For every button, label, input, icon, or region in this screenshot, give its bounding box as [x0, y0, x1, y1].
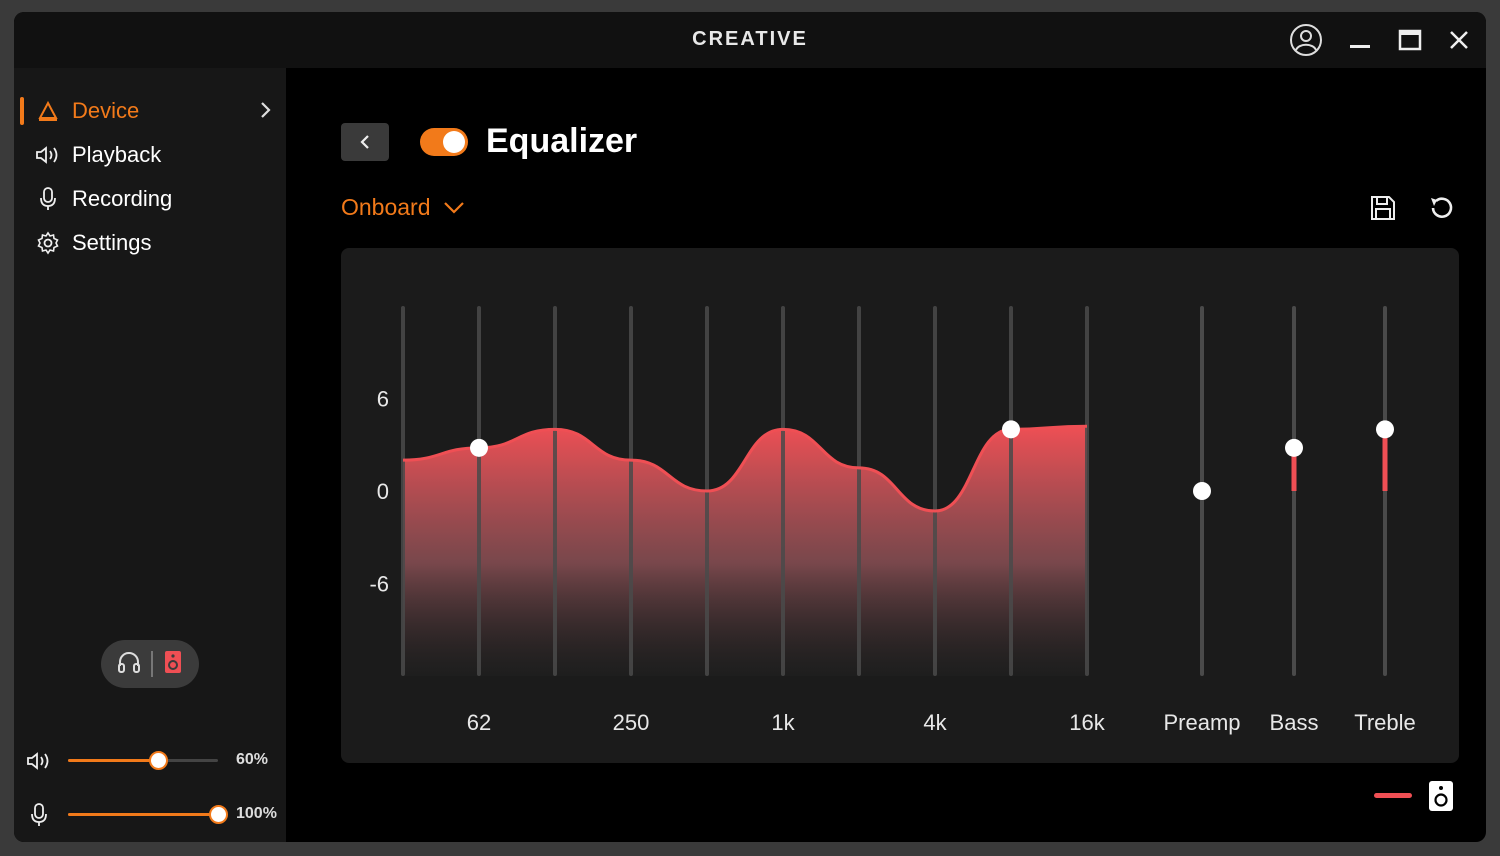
- sidebar-item-settings[interactable]: Settings: [34, 225, 282, 261]
- brand-logo: CREATIVE: [692, 28, 808, 50]
- active-indicator: [20, 97, 24, 125]
- headphones-icon[interactable]: [117, 650, 141, 679]
- band-track-8k: [1009, 306, 1013, 676]
- bass-label: Bass: [1270, 710, 1319, 735]
- equalizer-panel: 6 0 -6 62 250 1k 4k 16k Preamp Bass Treble: [341, 248, 1459, 763]
- sidebar-item-playback[interactable]: Playback: [34, 137, 282, 173]
- band-track-16k: [1085, 306, 1089, 676]
- page-title: Equalizer: [486, 122, 638, 160]
- preset-value: Onboard: [341, 194, 431, 220]
- account-button[interactable]: [1288, 22, 1324, 58]
- sidebar-item-device[interactable]: Device: [34, 93, 282, 129]
- sidebar-item-label: Settings: [72, 230, 152, 255]
- user-icon: [1290, 24, 1322, 56]
- volume-knob[interactable]: [149, 751, 168, 770]
- sidebar-item-recording[interactable]: Recording: [34, 181, 282, 217]
- mic-knob[interactable]: [209, 805, 228, 824]
- band-track-2k: [857, 306, 861, 676]
- band-track-1k: [781, 306, 785, 676]
- minimize-icon: [1350, 45, 1370, 48]
- reset-button[interactable]: [1424, 190, 1460, 226]
- volume-slider[interactable]: [68, 751, 218, 770]
- mic-fill: [68, 813, 218, 816]
- speaker-view-button[interactable]: [1428, 780, 1454, 812]
- chevron-left-icon: [360, 135, 369, 149]
- save-icon: [1371, 196, 1395, 220]
- maximize-icon: [1398, 29, 1422, 51]
- y-tick-label: 0: [377, 479, 389, 504]
- speaker-device-icon: [1429, 781, 1453, 811]
- app-window: CREATIVE Device Playback Recording Setti…: [14, 12, 1486, 842]
- main-content: Equalizer Onboard 6 0 -6 62 250 1k 4k 16k Preamp…: [286, 68, 1486, 842]
- mic-value: 100%: [236, 805, 277, 822]
- chevron-right-icon: [261, 102, 271, 118]
- band-label-16k: 16k: [1069, 710, 1105, 735]
- microphone-icon: [31, 803, 47, 826]
- maximize-button[interactable]: [1392, 22, 1428, 58]
- treble-label: Treble: [1354, 710, 1416, 735]
- save-button[interactable]: [1365, 190, 1401, 226]
- band-handle-62[interactable]: [470, 438, 488, 457]
- close-button[interactable]: [1441, 22, 1477, 58]
- sidebar-item-label: Device: [72, 98, 140, 123]
- divider: [151, 651, 153, 677]
- equalizer-toggle[interactable]: [420, 128, 468, 156]
- band-track-125: [553, 306, 557, 676]
- speaker-device-icon[interactable]: [163, 649, 183, 680]
- preamp-label: Preamp: [1163, 710, 1240, 735]
- equalizer-graph: 6 0 -6 62 250 1k 4k 16k Preamp Bass Treble: [369, 306, 1416, 735]
- y-tick-label: 6: [377, 387, 389, 412]
- reset-icon: [1431, 197, 1453, 218]
- title-bar: CREATIVE: [14, 12, 1486, 68]
- minimize-button[interactable]: [1342, 22, 1378, 58]
- chevron-down-icon: [443, 201, 464, 214]
- treble-handle[interactable]: [1376, 420, 1394, 439]
- band-label-1k: 1k: [771, 710, 795, 735]
- eq-area: [403, 426, 1087, 676]
- sidebar-item-label: Recording: [72, 186, 173, 211]
- device-icon: [34, 97, 62, 125]
- output-switcher: [101, 640, 199, 688]
- band-track-31: [401, 306, 405, 676]
- volume-slider-row: 60%: [26, 745, 286, 775]
- band-label-250: 250: [613, 710, 650, 735]
- y-tick-label: -6: [369, 572, 389, 597]
- bass-handle[interactable]: [1285, 438, 1303, 457]
- sidebar: Device Playback Recording Settings 60% 1…: [14, 68, 286, 842]
- preamp-handle[interactable]: [1193, 482, 1211, 500]
- band-track-62: [477, 306, 481, 676]
- preset-dropdown[interactable]: Onboard: [341, 194, 465, 221]
- volume-fill: [68, 759, 158, 762]
- volume-value: 60%: [236, 751, 269, 768]
- band-track-4k: [933, 306, 937, 676]
- band-label-62: 62: [467, 710, 491, 735]
- mic-slider[interactable]: [68, 805, 228, 824]
- back-button[interactable]: [341, 123, 389, 161]
- treble-fill: [1382, 429, 1388, 491]
- sidebar-item-label: Playback: [72, 142, 162, 167]
- band-handle-8k[interactable]: [1002, 420, 1020, 439]
- gear-icon: [34, 229, 62, 257]
- curve-legend: [1374, 793, 1412, 798]
- band-track-250: [629, 306, 633, 676]
- microphone-icon: [34, 185, 62, 213]
- mic-slider-row: 100%: [26, 799, 286, 829]
- band-label-4k: 4k: [923, 710, 947, 735]
- close-icon: [1450, 31, 1468, 49]
- volume-icon: [27, 752, 49, 770]
- speaker-icon: [34, 141, 62, 169]
